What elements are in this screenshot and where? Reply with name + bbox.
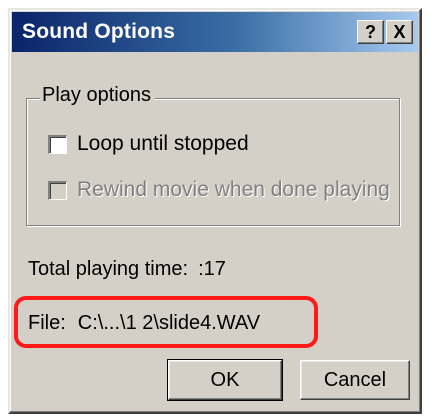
loop-label[interactable]: Loop until stopped [77, 132, 249, 156]
cancel-button[interactable]: Cancel [300, 360, 410, 400]
rewind-option: Rewind movie when done playing [48, 178, 390, 204]
dialog-title: Sound Options [22, 20, 176, 43]
loop-option[interactable]: Loop until stopped [48, 132, 249, 158]
total-playing-time: Total playing time: :17 [28, 258, 226, 281]
rewind-label: Rewind movie when done playing [77, 178, 390, 202]
total-time-label: Total playing time: [28, 258, 189, 280]
title-bar[interactable]: Sound Options ? X [12, 12, 418, 52]
file-highlight-annotation [14, 296, 318, 348]
total-time-value: :17 [198, 258, 226, 280]
play-options-legend: Play options [40, 84, 155, 107]
help-button[interactable]: ? [357, 20, 384, 44]
close-button[interactable]: X [386, 20, 413, 44]
loop-checkbox[interactable] [48, 134, 67, 154]
play-options-group [26, 98, 400, 226]
ok-button[interactable]: OK [167, 359, 283, 401]
rewind-checkbox [48, 180, 67, 200]
